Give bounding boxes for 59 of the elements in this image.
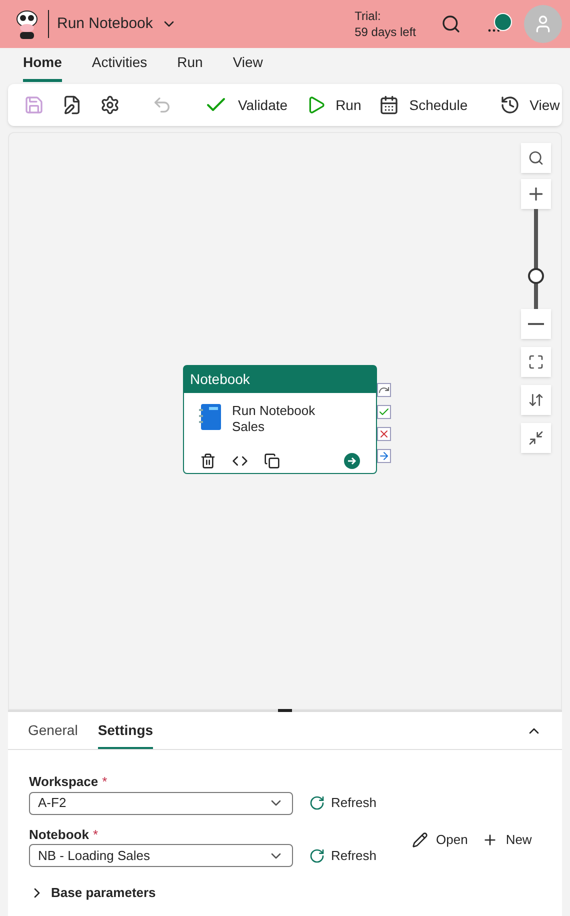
- run-button[interactable]: Run: [300, 89, 368, 121]
- settings-icon: [100, 95, 120, 115]
- new-button[interactable]: New: [482, 830, 532, 850]
- dropdown-field[interactable]: A-F2: [29, 792, 293, 814]
- fit-icon: [528, 354, 544, 370]
- edit-save-icon: [62, 95, 82, 115]
- failure-output-icon[interactable]: [377, 427, 391, 441]
- refresh-button[interactable]: Refresh: [309, 793, 377, 813]
- zoom-search-button[interactable]: [521, 143, 551, 173]
- fit-to-screen-button[interactable]: [521, 347, 551, 377]
- copy-icon[interactable]: [264, 453, 280, 469]
- collapse-button[interactable]: [521, 423, 551, 453]
- node-type: Notebook: [190, 370, 250, 389]
- field-label: Workspace: [29, 773, 98, 791]
- calendar-icon: [379, 95, 400, 115]
- notebook-icon: [198, 403, 222, 431]
- refresh-button[interactable]: Refresh: [309, 846, 377, 866]
- base-parameters-toggle[interactable]: Base parameters: [29, 883, 156, 902]
- zoom-slider[interactable]: [528, 209, 544, 309]
- search-icon: [528, 150, 544, 166]
- success-output-icon[interactable]: [377, 405, 391, 419]
- item-name-dropdown[interactable]: Run Notebook: [57, 12, 177, 36]
- collapse-icon: [528, 430, 544, 446]
- go-icon[interactable]: [344, 453, 360, 469]
- ribbon-tab[interactable]: Activities: [92, 52, 148, 82]
- dropdown-field[interactable]: NB - Loading Sales: [29, 844, 293, 867]
- history-button[interactable]: View: [494, 89, 562, 121]
- activity-node[interactable]: Notebook Run Notebook Sales: [183, 365, 377, 474]
- ribbon-tab[interactable]: Run: [177, 52, 203, 82]
- trial-label: Trial:: [354, 8, 382, 24]
- field-label: Notebook: [29, 826, 89, 844]
- completion-output-icon[interactable]: [377, 449, 391, 463]
- plus-icon: [482, 832, 498, 848]
- cow-logo-icon: [14, 8, 40, 40]
- search-icon: [441, 14, 461, 34]
- schedule-button[interactable]: Schedule: [373, 89, 474, 121]
- more-icon[interactable]: [488, 29, 500, 32]
- arrange-icon: [528, 392, 544, 408]
- delete-icon[interactable]: [200, 453, 216, 469]
- panel-tab[interactable]: General: [28, 720, 78, 749]
- panel-tab[interactable]: Settings: [98, 720, 154, 749]
- skip-output-icon[interactable]: [377, 383, 391, 397]
- refresh-icon: [309, 795, 325, 811]
- node-name: Run Notebook Sales: [232, 403, 316, 435]
- history-icon: [500, 95, 520, 115]
- zoom-out-button[interactable]: [521, 309, 551, 339]
- refresh-icon: [309, 848, 325, 864]
- zoom-in-button[interactable]: [521, 179, 551, 209]
- ribbon-tab[interactable]: View: [232, 52, 263, 82]
- pencil-icon: [412, 832, 428, 848]
- trial-days: 59 days left: [354, 24, 416, 40]
- required-mark: *: [92, 826, 98, 844]
- zoom-slider-thumb[interactable]: [528, 268, 544, 284]
- open-button[interactable]: Open: [412, 830, 468, 850]
- undo-icon: [152, 95, 172, 115]
- auto-layout-button[interactable]: [521, 385, 551, 415]
- required-mark: *: [102, 773, 108, 791]
- validate-button[interactable]: Validate: [198, 89, 294, 121]
- minus-icon: [528, 323, 544, 325]
